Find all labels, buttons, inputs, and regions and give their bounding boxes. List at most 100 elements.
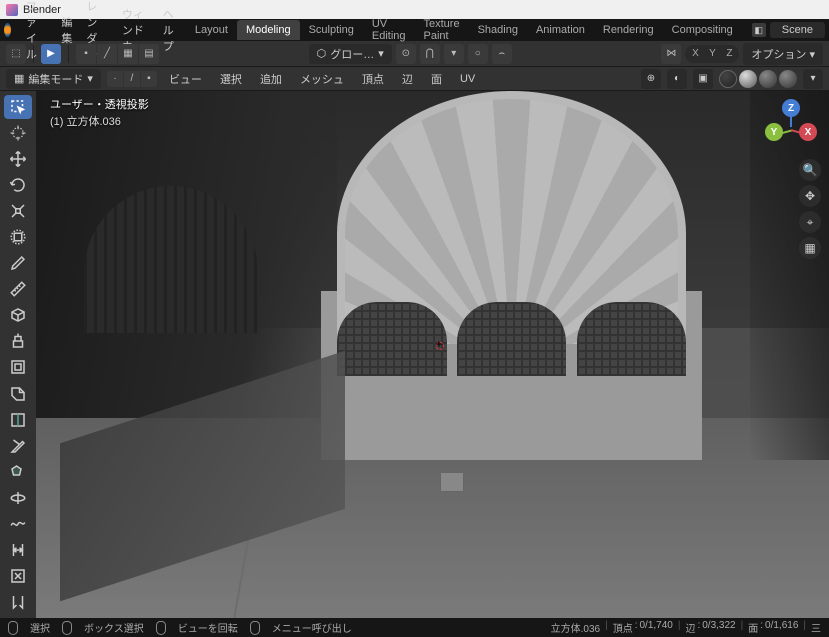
menu-help[interactable]: ヘルプ xyxy=(156,4,186,56)
axis-z-handle[interactable]: Z xyxy=(782,99,800,117)
rotate-tool[interactable] xyxy=(4,173,32,197)
polybuild-tool[interactable] xyxy=(4,460,32,484)
hint-rotate-view: ビューを回転 xyxy=(178,620,238,635)
scene-render xyxy=(36,91,829,618)
menu-view[interactable]: ビュー xyxy=(163,69,208,89)
axis-y-handle[interactable]: Y xyxy=(765,123,783,141)
mesh-auto-merge-icon[interactable]: ⋈ xyxy=(661,44,681,64)
annotate-tool[interactable] xyxy=(4,251,32,275)
edge-mode-icon[interactable]: / xyxy=(124,71,140,87)
interaction-mode-dropdown[interactable]: ▦ 編集モード ▾ xyxy=(6,69,101,89)
shading-dropdown-icon[interactable]: ▾ xyxy=(803,69,823,89)
snap-magnet-icon[interactable]: ⋂ xyxy=(420,44,440,64)
proportional-edit-icon[interactable]: ○ xyxy=(468,44,488,64)
inset-tool[interactable] xyxy=(4,355,32,379)
viewport-header: ▦ 編集モード ▾ · / ▪ ビュー 選択 追加 メッシュ 頂点 辺 面 UV… xyxy=(0,67,829,91)
zoom-icon[interactable]: 🔍 xyxy=(799,159,821,181)
viewport-shading-group xyxy=(719,70,797,88)
editor-type-icon[interactable]: ⬚ xyxy=(6,44,26,64)
stat-edges-label: 辺 xyxy=(685,620,695,635)
pan-icon[interactable]: ✥ xyxy=(799,185,821,207)
overlay-gizmo-icon[interactable]: ⊕ xyxy=(641,69,661,89)
tab-sculpting[interactable]: Sculpting xyxy=(300,20,363,40)
move-tool[interactable] xyxy=(4,147,32,171)
select-box-tool[interactable] xyxy=(4,95,32,119)
scene-name-field[interactable]: Scene xyxy=(770,22,825,38)
axis-x[interactable]: X xyxy=(687,46,703,62)
measure-tool[interactable] xyxy=(4,277,32,301)
axis-x-handle[interactable]: X xyxy=(799,123,817,141)
projection-label: ユーザー・透視投影 xyxy=(50,97,149,114)
vert-mode-icon[interactable]: · xyxy=(107,71,123,87)
transform-orientation-dropdown[interactable]: ⬡ グロー… ▾ xyxy=(309,44,392,64)
knife-tool[interactable] xyxy=(4,434,32,458)
hint-context-menu: メニュー呼び出し xyxy=(272,620,352,635)
face-mode-icon[interactable]: ▪ xyxy=(141,71,157,87)
rip-tool[interactable] xyxy=(4,590,32,614)
face-select-icon[interactable]: ▦ xyxy=(118,44,138,64)
blender-app-icon xyxy=(6,4,18,16)
axis-z[interactable]: Z xyxy=(721,46,737,62)
loopcut-tool[interactable] xyxy=(4,408,32,432)
tab-modeling[interactable]: Modeling xyxy=(237,20,300,40)
edge-slide-tool[interactable] xyxy=(4,538,32,562)
menu-vertex[interactable]: 頂点 xyxy=(356,69,390,89)
tab-texture-paint[interactable]: Texture Paint xyxy=(415,14,469,46)
tab-uv-editing[interactable]: UV Editing xyxy=(363,14,415,46)
pivot-icon[interactable]: ⊙ xyxy=(396,44,416,64)
3d-cursor-icon xyxy=(433,339,447,353)
proportional-falloff-icon[interactable]: ⌢ xyxy=(492,44,512,64)
3d-viewport[interactable]: ユーザー・透視投影 (1) 立方体.036 Z Y X 🔍 ✥ ⌖ ▦ xyxy=(36,91,829,618)
cursor-tool-icon[interactable]: ▶ xyxy=(41,44,61,64)
top-menubar: ファイル 編集 レンダー ウィンドウ ヘルプ Layout Modeling S… xyxy=(0,19,829,41)
tab-layout[interactable]: Layout xyxy=(186,20,237,40)
menu-face[interactable]: 面 xyxy=(425,69,448,89)
menu-uv[interactable]: UV xyxy=(454,71,481,87)
scale-tool[interactable] xyxy=(4,199,32,223)
transform-tool[interactable] xyxy=(4,225,32,249)
perspective-toggle-icon[interactable]: ▦ xyxy=(799,237,821,259)
shading-rendered-icon[interactable] xyxy=(779,70,797,88)
chevron-down-icon: ▾ xyxy=(87,72,93,85)
blender-logo-icon[interactable] xyxy=(4,23,11,37)
cursor-tool[interactable] xyxy=(4,121,32,145)
menu-add[interactable]: 追加 xyxy=(254,69,288,89)
stat-edges: 0/3,322 xyxy=(702,620,735,635)
snap-target-dropdown-icon[interactable]: ▾ xyxy=(444,44,464,64)
menu-edge[interactable]: 辺 xyxy=(396,69,419,89)
axis-y[interactable]: Y xyxy=(704,46,720,62)
tab-compositing[interactable]: Compositing xyxy=(663,20,742,40)
options-dropdown[interactable]: オプション ▾ xyxy=(743,43,823,65)
viewport-info-label: ユーザー・透視投影 (1) 立方体.036 xyxy=(50,97,149,130)
active-object-label: (1) 立方体.036 xyxy=(50,114,149,131)
select-mode-4-icon[interactable]: ▤ xyxy=(139,44,159,64)
tab-rendering[interactable]: Rendering xyxy=(594,20,663,40)
shrink-tool[interactable] xyxy=(4,564,32,588)
tab-animation[interactable]: Animation xyxy=(527,20,594,40)
tab-shading[interactable]: Shading xyxy=(469,20,527,40)
axis-lock-pill: X Y Z xyxy=(685,45,739,63)
edit-mode-icon: ▦ xyxy=(14,72,24,85)
chevron-down-icon: ▾ xyxy=(378,47,384,60)
menu-mesh[interactable]: メッシュ xyxy=(294,69,350,89)
vertex-select-icon[interactable]: ▪ xyxy=(76,44,96,64)
shading-material-icon[interactable] xyxy=(759,70,777,88)
navigation-gizmo[interactable]: Z Y X xyxy=(765,99,817,151)
shading-wireframe-icon[interactable] xyxy=(719,70,737,88)
extrude-tool[interactable] xyxy=(4,329,32,353)
view-layer-icon[interactable]: ◧ xyxy=(752,23,766,37)
bevel-tool[interactable] xyxy=(4,382,32,406)
smooth-tool[interactable] xyxy=(4,512,32,536)
viewport-nav-buttons: 🔍 ✥ ⌖ ▦ xyxy=(799,159,821,259)
stat-tris-label: 三 xyxy=(811,620,821,635)
camera-view-icon[interactable]: ⌖ xyxy=(799,211,821,233)
shading-solid-icon[interactable] xyxy=(739,70,757,88)
overlay-toggle-icon[interactable]: ◐ xyxy=(667,69,687,89)
add-cube-tool[interactable] xyxy=(4,303,32,327)
menu-select[interactable]: 選択 xyxy=(214,69,248,89)
viewport-toolbar: ⬚ ▶ ▪ ╱ ▦ ▤ ⬡ グロー… ▾ ⊙ ⋂ ▾ ○ ⌢ ⋈ X Y Z オ… xyxy=(0,41,829,67)
edge-select-icon[interactable]: ╱ xyxy=(97,44,117,64)
spin-tool[interactable] xyxy=(4,486,32,510)
xray-toggle-icon[interactable]: ▣ xyxy=(693,69,713,89)
globe-icon: ⬡ xyxy=(317,47,327,60)
